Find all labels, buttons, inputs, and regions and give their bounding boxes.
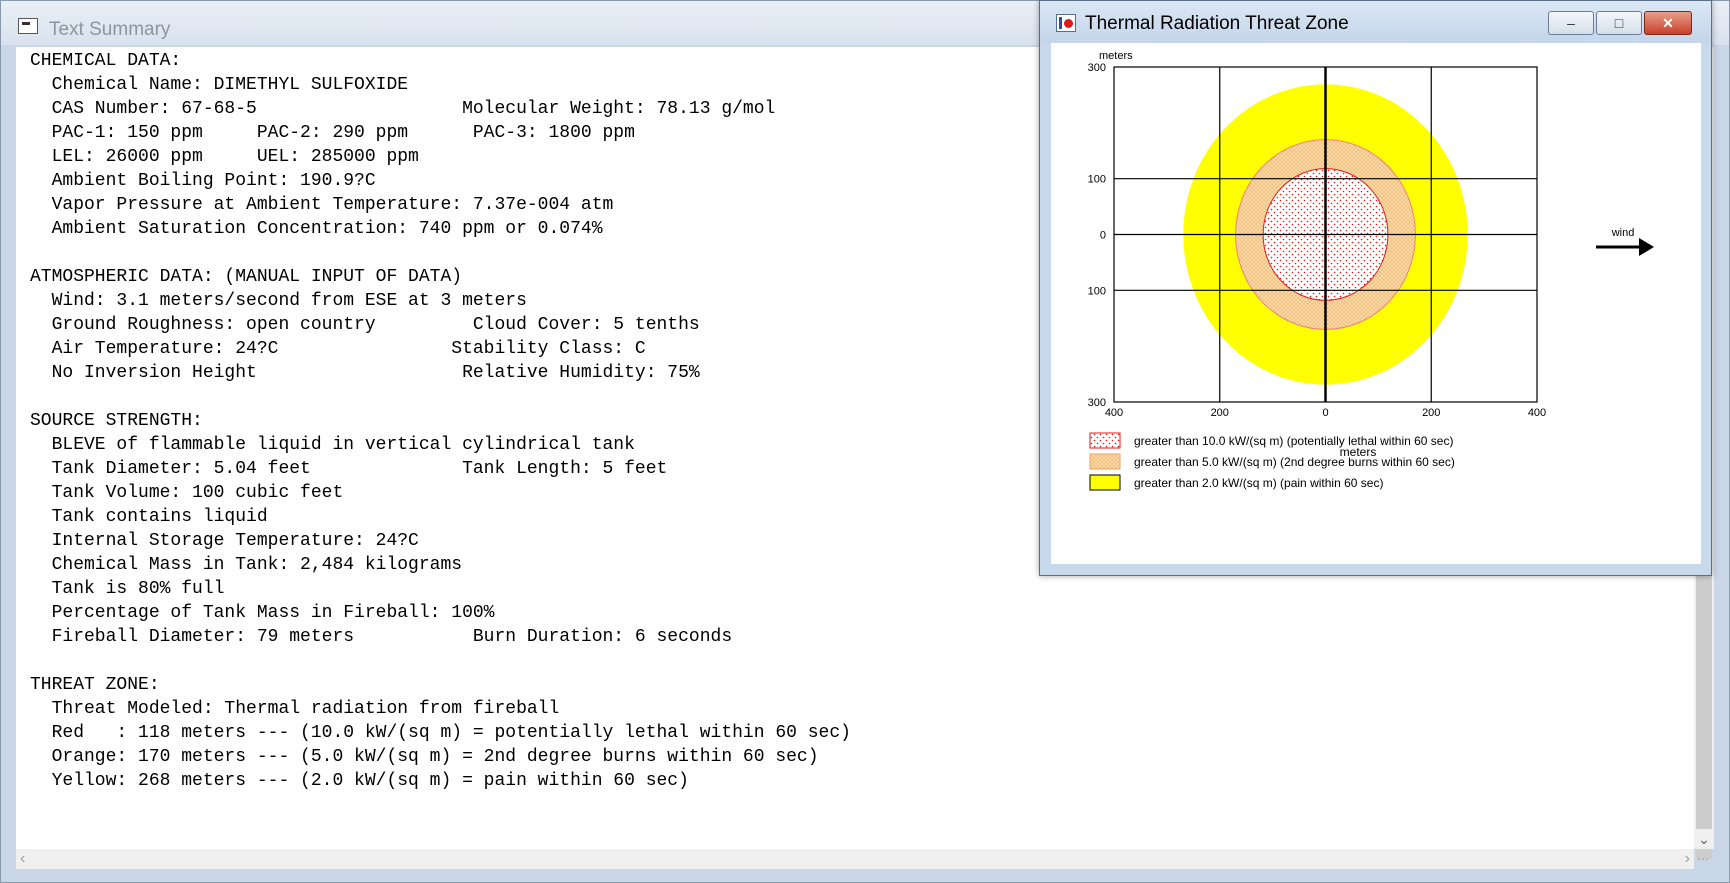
summary-line: Chemical Mass in Tank: 2,484 kilograms [30, 555, 463, 575]
maximize-button[interactable]: □ [1596, 11, 1642, 35]
summary-line: BLEVE of flammable liquid in vertical cy… [30, 435, 635, 455]
scroll-down-icon[interactable]: ⌄ [1694, 829, 1714, 849]
threat-app-icon [1056, 14, 1076, 32]
wind-label: wind [1611, 227, 1635, 239]
app-icon [18, 18, 38, 34]
summary-line: Tank is 80% full [30, 579, 225, 599]
y-tick-label: 100 [1088, 174, 1106, 186]
summary-line: Ground Roughness: open country Cloud Cov… [30, 315, 700, 335]
minimize-button[interactable]: – [1548, 11, 1594, 35]
threat-zone-window: Thermal Radiation Threat Zone – □ ✕ mete… [1039, 0, 1712, 576]
y-tick-label: 300 [1088, 62, 1106, 74]
x-tick-label: 400 [1528, 407, 1546, 419]
legend-swatch [1089, 453, 1121, 470]
x-tick-label: 200 [1211, 407, 1229, 419]
summary-line: Ambient Boiling Point: 190.9?C [30, 171, 376, 191]
scroll-right-icon[interactable]: › [1685, 849, 1690, 869]
summary-line: ATMOSPHERIC DATA: (MANUAL INPUT OF DATA) [30, 267, 463, 287]
summary-line: Threat Modeled: Thermal radiation from f… [30, 699, 560, 719]
summary-line: CAS Number: 67-68-5 Molecular Weight: 78… [30, 99, 776, 119]
legend-swatch [1089, 432, 1121, 449]
summary-line: PAC-1: 150 ppm PAC-2: 290 ppm PAC-3: 180… [30, 123, 635, 143]
threat-zone-chart: meters meters 400 200 0 200 4003001000100300… [1088, 50, 1654, 491]
summary-line: Percentage of Tank Mass in Fireball: 100… [30, 603, 495, 623]
summary-line: No Inversion Height Relative Humidity: 7… [30, 363, 700, 383]
summary-line: SOURCE STRENGTH: [30, 411, 203, 431]
summary-line: Tank Diameter: 5.04 feet Tank Length: 5 … [30, 459, 668, 479]
legend-label: greater than 5.0 kW/(sq m) (2nd degree b… [1134, 455, 1455, 469]
y-tick-label: 100 [1088, 285, 1106, 297]
legend-label: greater than 2.0 kW/(sq m) (pain within … [1134, 476, 1383, 490]
threat-zone-plot-area: meters meters 400 200 0 200 400 300 100 0 100 300… [1051, 43, 1701, 564]
summary-line: CHEMICAL DATA: [30, 51, 182, 71]
summary-line: Vapor Pressure at Ambient Temperature: 7… [30, 195, 614, 215]
summary-line: Wind: 3.1 meters/second from ESE at 3 me… [30, 291, 527, 311]
summary-line: Orange: 170 meters --- (5.0 kW/(sq m) = … [30, 747, 819, 767]
y-axis-unit-label: meters [1099, 50, 1133, 62]
legend-swatch [1089, 474, 1121, 491]
summary-line: Yellow: 268 meters --- (2.0 kW/(sq m) = … [30, 771, 689, 791]
x-tick-label: 200 [1422, 407, 1440, 419]
x-tick-label: 400 [1105, 407, 1123, 419]
summary-line: Internal Storage Temperature: 24?C [30, 531, 419, 551]
summary-line: Red : 118 meters --- (10.0 kW/(sq m) = p… [30, 723, 851, 743]
summary-line: THREAT ZONE: [30, 675, 160, 695]
legend: greater than 10.0 kW/(sq m) (potentially… [1089, 432, 1455, 491]
summary-line: Air Temperature: 24?C Stability Class: C [30, 339, 646, 359]
x-tick-label: 0 [1322, 407, 1328, 419]
horizontal-scrollbar[interactable]: ‹ › [16, 849, 1694, 869]
threat-zone-title: Thermal Radiation Threat Zone [1085, 13, 1349, 34]
summary-line: LEL: 26000 ppm UEL: 285000 ppm [30, 147, 419, 167]
summary-line: Ambient Saturation Concentration: 740 pp… [30, 219, 603, 239]
summary-line: Tank Volume: 100 cubic feet [30, 483, 344, 503]
summary-text-body: CHEMICAL DATA: Chemical Name: DIMETHYL S… [30, 49, 851, 793]
wind-arrow-icon: wind [1596, 227, 1654, 256]
y-tick-label: 0 [1100, 230, 1106, 242]
scroll-left-icon[interactable]: ‹ [20, 849, 25, 869]
summary-line: Fireball Diameter: 79 meters Burn Durati… [30, 627, 733, 647]
summary-line: Chemical Name: DIMETHYL SULFOXIDE [30, 75, 409, 95]
plot-grid [1113, 66, 1538, 403]
legend-label: greater than 10.0 kW/(sq m) (potentially… [1134, 434, 1453, 448]
threat-zone-titlebar[interactable]: Thermal Radiation Threat Zone – □ ✕ [1040, 1, 1711, 43]
size-grip-icon[interactable]: ⋯ [1697, 851, 1713, 867]
text-summary-title: Text Summary [49, 19, 171, 40]
close-button[interactable]: ✕ [1644, 11, 1692, 35]
y-tick-label: 300 [1088, 397, 1106, 409]
summary-line: Tank contains liquid [30, 507, 268, 527]
